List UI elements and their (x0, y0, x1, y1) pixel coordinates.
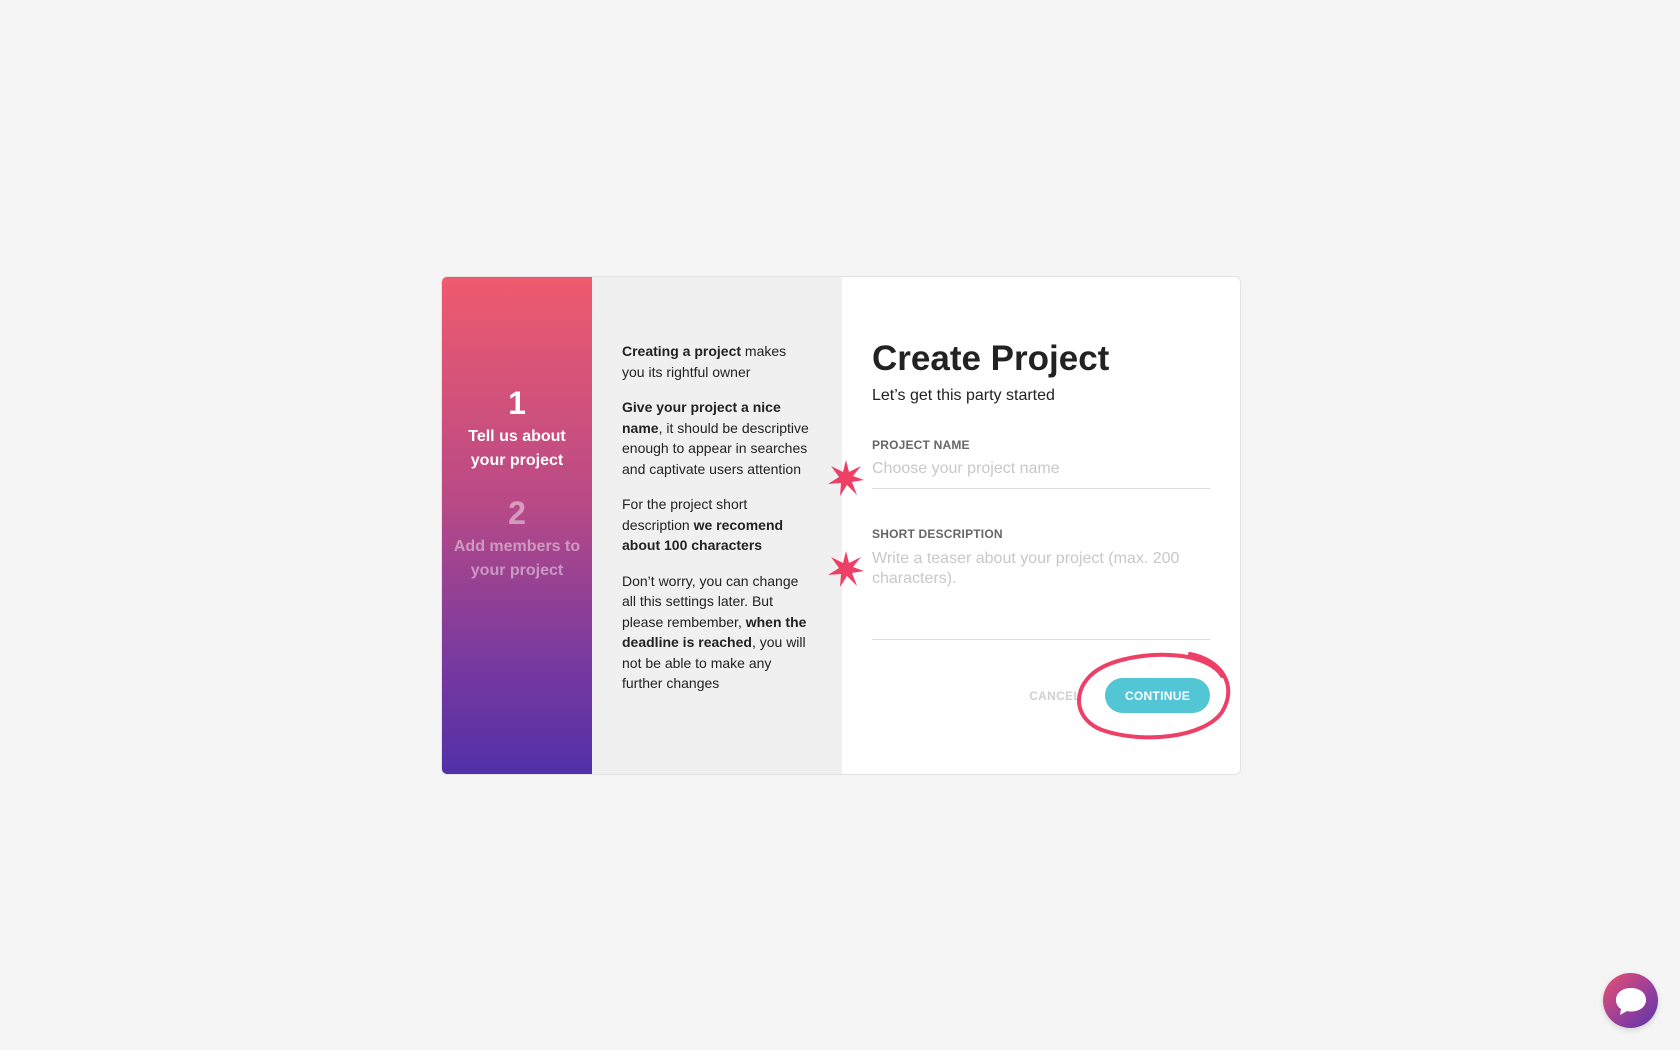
continue-button[interactable]: CONTINUE (1105, 678, 1210, 713)
steps-sidebar: 1 Tell us about your project 2 Add membe… (442, 277, 592, 774)
help-p1-bold: Creating a project (622, 343, 742, 359)
step-1-label: Tell us about your project (468, 428, 566, 469)
help-paragraph-1: Creating a project makes you its rightfu… (622, 341, 812, 382)
form-actions: CANCEL CONTINUE (1029, 678, 1210, 713)
page-title: Create Project (872, 339, 1110, 378)
cancel-button[interactable]: CANCEL (1029, 689, 1081, 703)
step-1[interactable]: 1 Tell us about your project (452, 385, 582, 473)
help-panel: Creating a project makes you its rightfu… (592, 277, 842, 774)
help-paragraph-2: Give your project a nice name, it should… (622, 397, 812, 479)
chat-launcher-button[interactable] (1603, 973, 1658, 1028)
short-description-input[interactable] (872, 541, 1210, 640)
project-form: Create Project Let’s get this party star… (842, 277, 1240, 774)
chat-bubble-icon (1615, 987, 1646, 1015)
help-paragraph-4: Don’t worry, you can change all this set… (622, 571, 812, 694)
step-2-number: 2 (508, 495, 526, 531)
step-2-label: Add members to your project (453, 538, 581, 579)
project-name-input[interactable] (872, 452, 1210, 489)
help-paragraph-3: For the project short description we rec… (622, 494, 812, 556)
create-project-card: 1 Tell us about your project 2 Add membe… (441, 276, 1241, 775)
page-subtitle: Let’s get this party started (872, 387, 1055, 404)
project-name-label: PROJECT NAME (872, 438, 970, 452)
short-description-label: SHORT DESCRIPTION (872, 527, 1003, 541)
step-2[interactable]: 2 Add members to your project (452, 495, 582, 583)
step-1-number: 1 (508, 385, 526, 421)
